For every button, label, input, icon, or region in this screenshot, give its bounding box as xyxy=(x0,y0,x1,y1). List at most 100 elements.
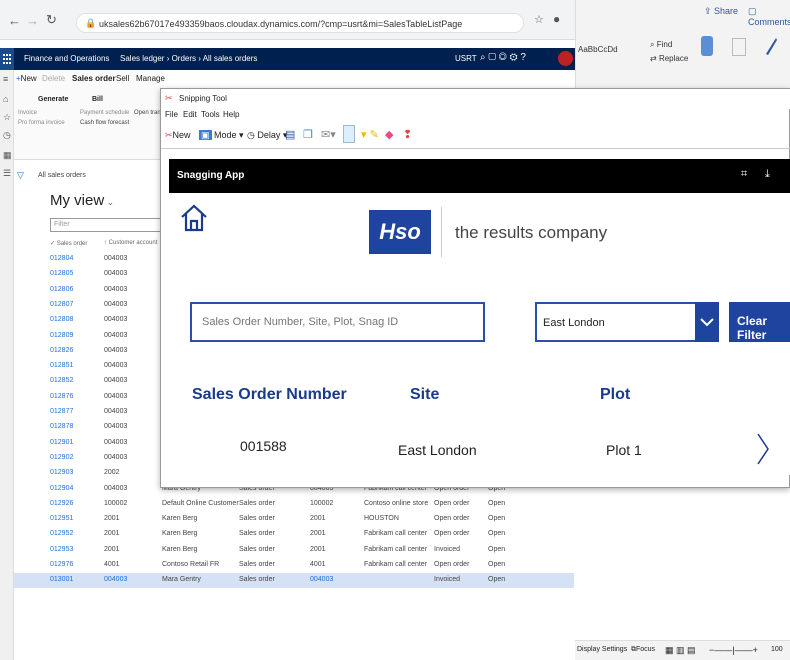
find-button[interactable]: ⌕ Find xyxy=(650,40,672,50)
cell-order[interactable]: 012951 xyxy=(50,515,73,522)
cell-order[interactable]: 012901 xyxy=(50,439,73,446)
table-row[interactable]: 012926 100002 Default Online Customer Sales… xyxy=(14,497,574,512)
clear-filter-button[interactable]: Clear Filter xyxy=(729,302,790,342)
view-icons[interactable]: ▦ ▥ ▤ xyxy=(665,645,696,656)
company-picker[interactable]: USRT xyxy=(455,54,477,63)
col-header-customer[interactable]: ↑ Customer account xyxy=(104,240,157,246)
mode-button[interactable]: ▣ Mode ▾ xyxy=(199,130,244,141)
zoom-slider[interactable]: −——|——+ xyxy=(709,645,758,655)
cell-order[interactable]: 012808 xyxy=(50,316,73,323)
cell-order[interactable]: 012902 xyxy=(50,454,73,461)
menu-tools[interactable]: Tools xyxy=(201,110,220,119)
table-row[interactable]: 012953 2001 Karen Berg Sales order 2001 Fabri… xyxy=(14,543,574,558)
table-row[interactable]: 012976 4001 Contoso Retail FR Sales order 40… xyxy=(14,558,574,573)
table-row[interactable]: 001588 East London Plot 1 xyxy=(168,420,790,480)
forward-icon[interactable]: → xyxy=(26,13,39,28)
paint3d-icon[interactable]: ❢ xyxy=(403,128,412,141)
cell-order[interactable]: 012807 xyxy=(50,301,73,308)
save-icon[interactable]: ▤ xyxy=(285,128,295,141)
invoice-action[interactable]: Invoice xyxy=(18,110,37,116)
cell-order[interactable]: 012976 xyxy=(50,561,73,568)
fullscreen-icon[interactable]: ⌗ xyxy=(741,168,747,181)
cash-flow-action[interactable]: Cash flow forecast xyxy=(80,120,129,126)
eraser-icon[interactable]: ◆ xyxy=(385,128,393,141)
reload-icon[interactable]: ↻ xyxy=(46,12,57,28)
tab-manage[interactable]: Manage xyxy=(136,74,165,83)
cell-order[interactable]: 012876 xyxy=(50,393,73,400)
col-header-sales-order[interactable]: ✓ Sales order xyxy=(50,240,87,247)
cell-order[interactable]: 012903 xyxy=(50,469,73,476)
replace-button[interactable]: ⇄ Replace xyxy=(650,54,688,63)
browser-toolbar: ← → ↻ 🔒 uksales62b67017e493359baos.cloud… xyxy=(0,0,575,40)
highlighter-icon[interactable]: ▾ ✎ xyxy=(361,128,379,141)
cell-order[interactable]: 012877 xyxy=(50,408,73,415)
cell-pool: Contoso online store xyxy=(364,499,429,507)
comments-button[interactable]: ▢ Comments xyxy=(748,6,790,27)
editor-icon[interactable] xyxy=(764,36,778,56)
style-gallery[interactable]: AaBbCcDd xyxy=(578,45,618,54)
new-button[interactable]: +New xyxy=(16,74,37,83)
menu-help[interactable]: Help xyxy=(223,110,239,119)
back-icon[interactable]: ← xyxy=(8,13,21,28)
search-box[interactable] xyxy=(190,302,485,342)
nav-icons[interactable]: ⌕ ▢ ◎ ⚙ ? xyxy=(480,52,526,63)
table-row[interactable]: 013001 004003 Mara Gentry Sales order 004003… xyxy=(14,573,574,589)
cell-order[interactable]: 012805 xyxy=(50,270,73,277)
breadcrumb[interactable]: Sales ledger › Orders › All sales orders xyxy=(120,54,257,63)
filter-funnel-icon[interactable]: ▽ xyxy=(17,170,24,181)
search-input[interactable] xyxy=(192,304,483,340)
pro-forma-action[interactable]: Pro forma invoice xyxy=(18,120,65,126)
hamburger-icon[interactable]: ≡ xyxy=(3,74,8,84)
chevron-right-icon[interactable] xyxy=(756,432,770,466)
cell-acct: 2001 xyxy=(104,515,120,523)
new-snip-button[interactable]: ✂New xyxy=(165,130,191,141)
sensitivity-icon[interactable] xyxy=(732,38,746,56)
home-icon[interactable] xyxy=(179,203,209,233)
home-icon[interactable]: ⌂ xyxy=(3,94,8,104)
tab-sales-order[interactable]: Sales order xyxy=(72,74,116,83)
site-filter-dropdown[interactable]: East London xyxy=(535,302,719,342)
address-bar[interactable]: 🔒 uksales62b67017e493359baos.cloudax.dyn… xyxy=(76,13,524,33)
menu-edit[interactable]: Edit xyxy=(183,110,197,119)
cell-order[interactable]: 012926 xyxy=(50,500,73,507)
cell-order[interactable]: 012851 xyxy=(50,362,73,369)
share-button[interactable]: ⇪ Share xyxy=(704,6,738,17)
table-row[interactable]: 012951 2001 Karen Berg Sales order 2001 HOUST… xyxy=(14,512,574,527)
menu-file[interactable]: File xyxy=(165,110,178,119)
download-icon[interactable]: ⤓ xyxy=(765,168,770,181)
view-selector[interactable]: My view ⌄ xyxy=(50,192,114,209)
focus-button[interactable]: ⧉Focus xyxy=(631,646,655,654)
app-name[interactable]: Finance and Operations xyxy=(24,54,109,63)
pen-icon[interactable] xyxy=(343,125,355,143)
payment-schedule-action[interactable]: Payment schedule xyxy=(80,110,129,116)
favorites-icon[interactable]: ☆ xyxy=(3,112,11,123)
waffle-icon[interactable] xyxy=(0,48,14,70)
display-settings[interactable]: Display Settings xyxy=(577,646,627,653)
cell-order[interactable]: 012952 xyxy=(50,530,73,537)
avatar[interactable] xyxy=(558,51,573,66)
cell-order[interactable]: 012904 xyxy=(50,485,73,492)
star-icon[interactable]: ☆ xyxy=(534,13,544,26)
delete-button[interactable]: Delete xyxy=(42,74,65,83)
email-icon[interactable]: ✉▾ xyxy=(321,128,336,141)
cell-order[interactable]: 012804 xyxy=(50,255,73,262)
copy-icon[interactable]: ❐ xyxy=(303,128,313,141)
cell-order[interactable]: 012953 xyxy=(50,546,73,553)
table-row[interactable]: 012952 2001 Karen Berg Sales order 2001 Fabri… xyxy=(14,527,574,542)
cell-order[interactable]: 013001 xyxy=(50,576,73,583)
tab-sell[interactable]: Sell xyxy=(116,74,129,83)
modules-icon[interactable]: ☰ xyxy=(3,168,11,179)
dictate-icon[interactable] xyxy=(701,36,713,56)
filter-input[interactable]: Filter xyxy=(50,218,162,232)
delay-button[interactable]: ◷ Delay ▾ xyxy=(247,130,287,141)
cell-order[interactable]: 012806 xyxy=(50,286,73,293)
zoom-level[interactable]: 100 xyxy=(771,646,783,653)
recent-icon[interactable]: ◷ xyxy=(3,130,11,141)
account-icon[interactable]: ● xyxy=(553,12,560,26)
chevron-down-icon[interactable] xyxy=(695,302,719,342)
cell-order[interactable]: 012809 xyxy=(50,332,73,339)
workspaces-icon[interactable]: ▦ xyxy=(3,150,12,161)
cell-order[interactable]: 012878 xyxy=(50,423,73,430)
cell-order[interactable]: 012826 xyxy=(50,347,73,354)
cell-order[interactable]: 012852 xyxy=(50,377,73,384)
